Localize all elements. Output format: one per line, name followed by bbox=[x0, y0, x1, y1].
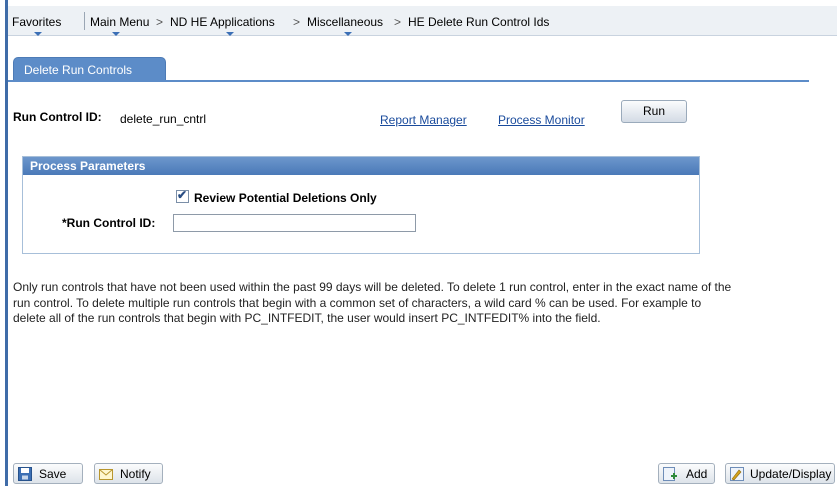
nav-divider bbox=[84, 12, 85, 30]
info-text: Only run controls that have not been use… bbox=[13, 280, 732, 325]
breadcrumb: Favorites Main Menu > ND HE Applications… bbox=[8, 6, 837, 36]
add-icon bbox=[663, 467, 677, 481]
run-control-id-field[interactable] bbox=[173, 214, 416, 232]
run-control-id-field-label: *Run Control ID: bbox=[62, 216, 156, 230]
run-control-id-label: Run Control ID: bbox=[13, 110, 102, 124]
review-deletions-label: Review Potential Deletions Only bbox=[194, 191, 377, 205]
notify-button-label: Notify bbox=[120, 467, 151, 481]
process-monitor-link[interactable]: Process Monitor bbox=[498, 113, 585, 127]
checkmark-icon: ✔ bbox=[177, 188, 188, 202]
favorites-dropdown-icon[interactable] bbox=[34, 32, 42, 36]
save-icon bbox=[18, 467, 32, 481]
breadcrumb-separator: > bbox=[156, 15, 164, 29]
breadcrumb-separator: > bbox=[394, 15, 402, 29]
nav-main-menu[interactable]: Main Menu bbox=[90, 15, 149, 29]
nd-he-applications-dropdown-icon[interactable] bbox=[226, 32, 234, 36]
nav-favorites[interactable]: Favorites bbox=[12, 15, 61, 29]
main-menu-dropdown-icon[interactable] bbox=[112, 32, 120, 36]
report-manager-link[interactable]: Report Manager bbox=[380, 113, 467, 127]
notify-button[interactable]: Notify bbox=[94, 463, 163, 484]
add-button-label: Add bbox=[686, 467, 708, 481]
process-parameters-header: Process Parameters bbox=[23, 157, 699, 175]
save-button[interactable]: Save bbox=[13, 463, 83, 484]
update-display-icon bbox=[730, 467, 744, 481]
update-display-button-label: Update/Display bbox=[750, 467, 832, 481]
nav-miscellaneous[interactable]: Miscellaneous bbox=[307, 15, 383, 29]
process-parameters-group: Process Parameters bbox=[22, 156, 700, 254]
tab-divider bbox=[8, 80, 809, 82]
add-button[interactable]: Add bbox=[658, 463, 715, 484]
miscellaneous-dropdown-icon[interactable] bbox=[344, 32, 352, 36]
breadcrumb-separator: > bbox=[293, 15, 301, 29]
notify-icon bbox=[99, 469, 113, 480]
tab-delete-run-controls[interactable]: Delete Run Controls bbox=[13, 57, 166, 81]
review-deletions-checkbox[interactable]: ✔ bbox=[176, 188, 189, 203]
left-border bbox=[5, 0, 8, 486]
nav-he-delete-run-control-ids: HE Delete Run Control Ids bbox=[408, 15, 550, 29]
update-display-button[interactable]: Update/Display bbox=[725, 463, 835, 484]
run-control-id-value: delete_run_cntrl bbox=[120, 112, 207, 126]
nav-nd-he-applications[interactable]: ND HE Applications bbox=[170, 15, 275, 29]
save-button-label: Save bbox=[39, 467, 67, 481]
run-button[interactable]: Run bbox=[621, 100, 687, 123]
